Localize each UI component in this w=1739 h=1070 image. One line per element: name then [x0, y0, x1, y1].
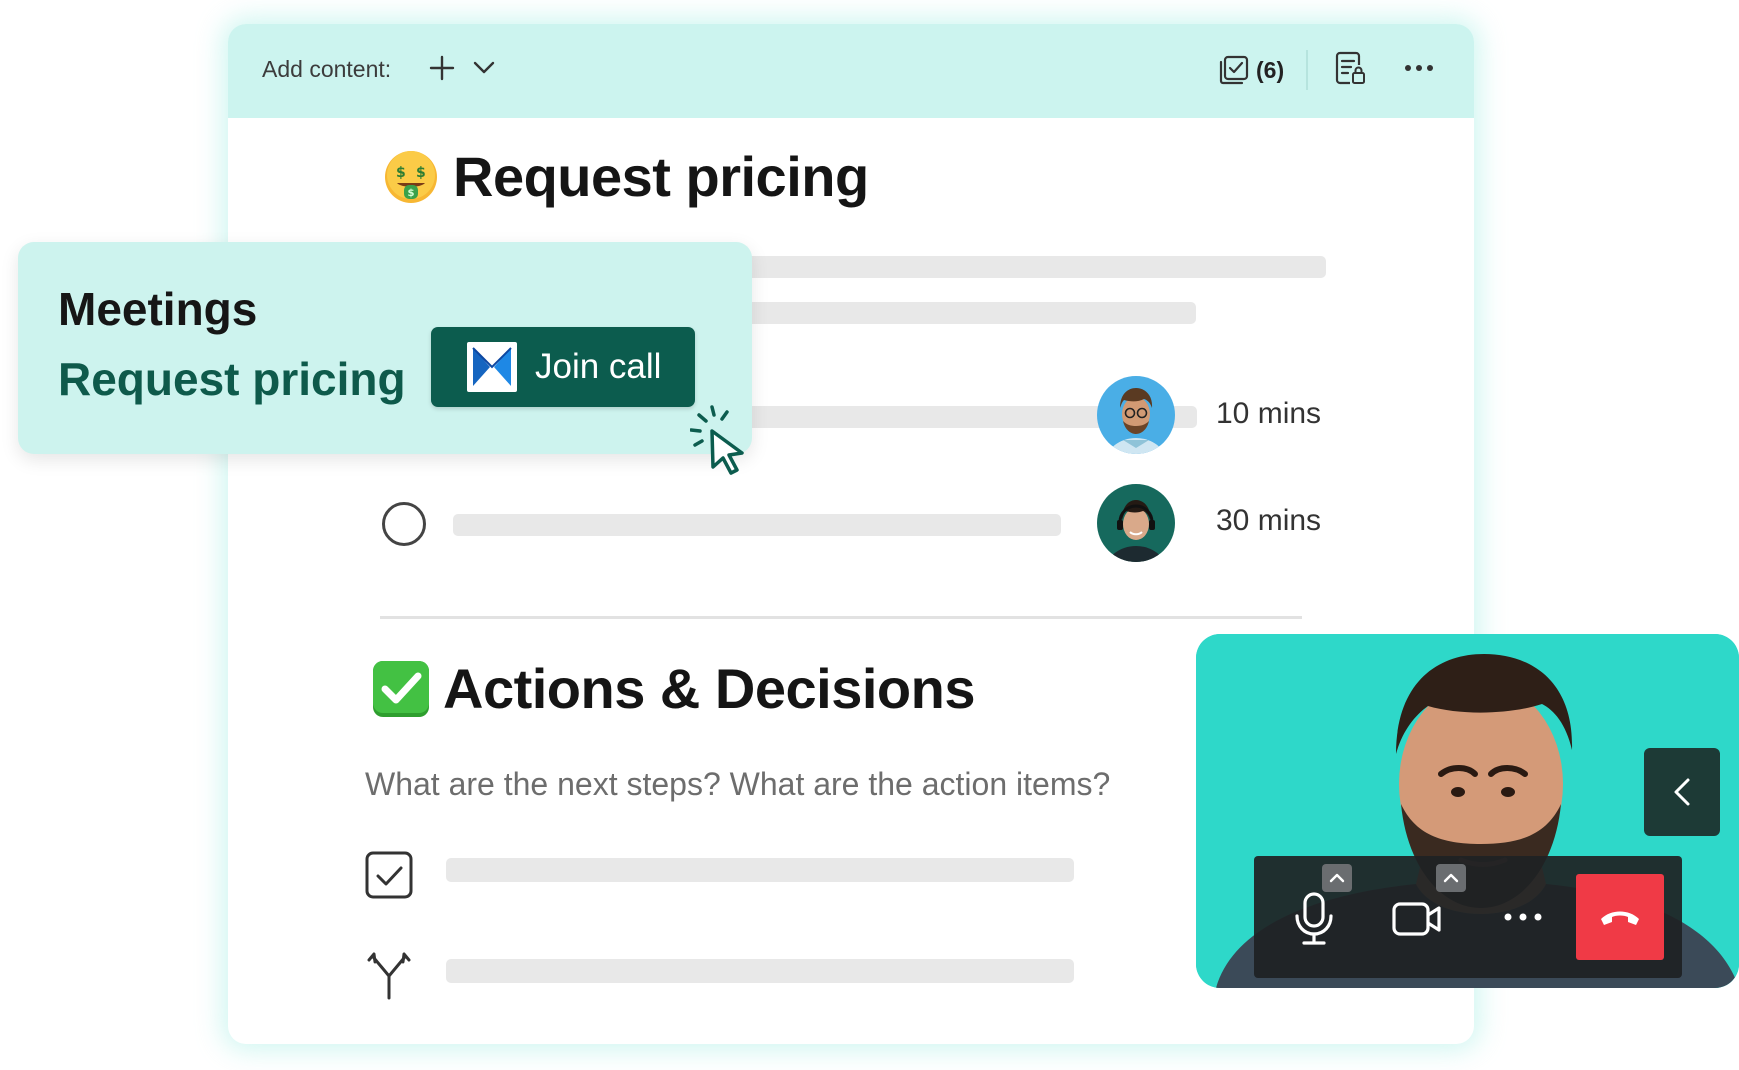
- hang-up-button[interactable]: [1576, 874, 1664, 960]
- chevron-up-icon: [1329, 873, 1345, 883]
- mic-options-button[interactable]: [1322, 864, 1352, 892]
- svg-text:$: $: [416, 165, 426, 181]
- more-options-icon[interactable]: [1394, 46, 1444, 90]
- camera-options-button[interactable]: [1436, 864, 1466, 892]
- section-title: Request pricing: [453, 145, 869, 208]
- placeholder-line: [446, 858, 1074, 882]
- join-call-label: Join call: [535, 347, 662, 386]
- click-cursor-icon: [690, 405, 744, 475]
- join-call-button[interactable]: Join call: [431, 327, 695, 407]
- duration-label: 10 mins: [1216, 397, 1322, 430]
- check-mark-button-icon: [373, 660, 429, 717]
- section-prompt: What are the next steps? What are the ac…: [365, 766, 1111, 802]
- camera-icon[interactable]: [1392, 900, 1442, 938]
- svg-text:$: $: [408, 188, 415, 199]
- add-content-label: Add content:: [262, 56, 392, 82]
- meetings-title: Meetings: [58, 283, 258, 335]
- toolbar-divider: [1306, 50, 1308, 90]
- teams-logo-icon: [467, 342, 517, 392]
- avatar: [1097, 376, 1175, 454]
- tasks-button[interactable]: (6): [1218, 48, 1284, 92]
- microphone-icon[interactable]: [1292, 892, 1336, 946]
- radio-button[interactable]: [382, 502, 426, 546]
- call-controls: [1254, 856, 1682, 978]
- chevron-down-icon[interactable]: [462, 46, 506, 90]
- checkbox-checked-icon[interactable]: [364, 850, 414, 900]
- section-heading-pricing: $ $ $ Request pricing: [383, 144, 869, 209]
- chevron-left-icon: [1674, 778, 1690, 806]
- placeholder-line: [668, 256, 1326, 278]
- plus-icon[interactable]: [420, 46, 464, 90]
- section-divider: [380, 616, 1302, 619]
- section-title: Actions & Decisions: [443, 657, 975, 720]
- duration-label: 30 mins: [1216, 504, 1322, 537]
- placeholder-line: [453, 514, 1061, 536]
- call-more-options-icon[interactable]: [1498, 900, 1548, 934]
- video-call-panel: [1196, 634, 1739, 988]
- svg-text:$: $: [396, 165, 406, 181]
- meetings-popup: Meetings Request pricing Join call: [18, 242, 752, 454]
- section-heading-actions: Actions & Decisions: [371, 656, 975, 721]
- avatar: [1097, 484, 1175, 562]
- collapse-panel-button[interactable]: [1644, 748, 1720, 836]
- chevron-up-icon: [1443, 873, 1459, 883]
- meeting-name: Request pricing: [58, 353, 406, 405]
- phone-hangup-icon: [1601, 911, 1639, 925]
- decision-fork-icon: [367, 952, 411, 1000]
- toolbar: Add content: (6): [228, 24, 1474, 118]
- task-list-icon: [1219, 55, 1249, 85]
- document-lock-icon[interactable]: [1328, 46, 1372, 90]
- money-mouth-face-icon: $ $ $: [385, 150, 437, 203]
- task-count: (6): [1256, 56, 1285, 83]
- placeholder-line: [446, 959, 1074, 983]
